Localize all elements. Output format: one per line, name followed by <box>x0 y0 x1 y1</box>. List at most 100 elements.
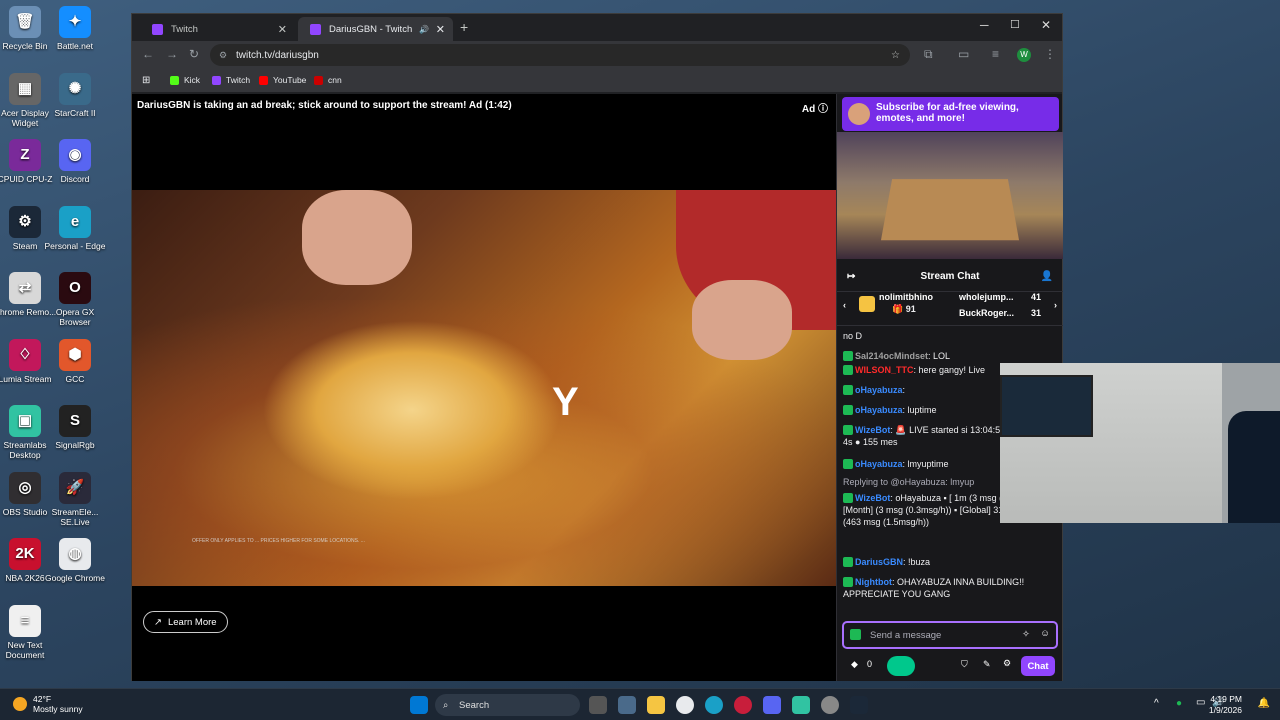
video-player[interactable]: DariusGBN is taking an ad break; stick a… <box>132 94 836 681</box>
close-window-icon[interactable]: ✕ <box>1041 18 1051 32</box>
menu-icon[interactable]: ⋮ <box>1044 47 1056 61</box>
gifter-count: 41 <box>1031 292 1042 302</box>
gifter-name[interactable]: nolimitbhino <box>879 292 933 302</box>
task-view-icon[interactable] <box>589 696 607 714</box>
tab-title: Twitch <box>171 23 198 35</box>
chat-username[interactable]: oHayabuza <box>855 459 903 469</box>
external-link-icon: ↗ <box>154 616 162 628</box>
desktop-icon[interactable]: ✦ Battle.net <box>43 6 107 51</box>
claim-bonus-button[interactable] <box>887 656 915 676</box>
bits-icon[interactable]: ✧ <box>1022 629 1030 640</box>
chat-username[interactable]: Nightbot <box>855 577 892 587</box>
tab-twitch[interactable]: Twitch ✕ <box>140 17 295 41</box>
stream-thumbnail[interactable] <box>837 132 1063 259</box>
start-icon[interactable] <box>410 696 428 714</box>
chat-username[interactable]: Sal214ocMindset <box>855 351 928 361</box>
chat-message[interactable]: Sal214ocMindset: LOL <box>843 350 1053 362</box>
chat-username[interactable]: WizeBot <box>855 425 890 435</box>
chat-input[interactable]: Send a message ✧ ☺ <box>842 621 1058 649</box>
gifter-name[interactable]: wholejump... <box>959 292 1014 302</box>
new-tab-button[interactable]: + <box>460 19 468 35</box>
subscribe-banner[interactable]: Subscribe for ad-free viewing, emotes, a… <box>842 97 1059 131</box>
tab-close-icon[interactable]: ✕ <box>436 23 445 36</box>
desktop-icon[interactable]: O Opera GX Browser <box>43 272 107 327</box>
chat-username[interactable]: oHayabuza <box>855 385 903 395</box>
info-icon: ⓘ <box>818 104 828 115</box>
media-icon[interactable]: ≡ <box>992 47 999 61</box>
apps-icon[interactable]: ⊞ <box>142 75 150 86</box>
badge-icon[interactable] <box>850 629 861 640</box>
maximize-icon[interactable]: ☐ <box>1010 18 1020 31</box>
signalrgb-icon[interactable] <box>821 696 839 714</box>
bookmark-twitch[interactable]: Twitch <box>212 75 250 85</box>
tab-close-icon[interactable]: ✕ <box>278 23 287 36</box>
tray-overflow-icon[interactable]: ^ <box>1154 698 1159 709</box>
network-icon[interactable]: ▭ <box>1196 697 1205 708</box>
youtube-icon <box>259 75 268 85</box>
steam-icon[interactable] <box>850 696 868 714</box>
pencil-icon[interactable]: ✎ <box>983 659 991 670</box>
bookmark-star-icon[interactable]: ☆ <box>891 50 900 61</box>
gift-icon <box>859 296 875 312</box>
back-icon[interactable]: ← <box>142 47 154 61</box>
collapse-chat-icon[interactable]: ↦ <box>847 268 855 286</box>
chat-username[interactable]: WILSON_TTC <box>855 365 914 375</box>
reload-icon[interactable]: ↻ <box>189 47 199 61</box>
users-icon[interactable]: 👤 <box>1041 268 1053 286</box>
chat-message[interactable]: no D <box>843 330 1053 342</box>
minimize-icon[interactable]: ─ <box>980 18 989 32</box>
chat-username[interactable]: WizeBot <box>855 493 890 503</box>
emote-icon[interactable]: ☺ <box>1040 628 1050 639</box>
chat-text: : luptime <box>902 405 937 415</box>
profile-avatar[interactable]: W <box>1017 48 1031 62</box>
clock[interactable]: 4:19 PM 1/9/2026 <box>1209 694 1242 716</box>
next-icon[interactable]: › <box>1054 300 1057 310</box>
forward-icon[interactable]: → <box>166 47 178 61</box>
chat-username[interactable]: oHayabuza <box>855 405 903 415</box>
chrome-icon[interactable] <box>676 696 694 714</box>
chat-message[interactable]: Nightbot: OHAYABUZA INNA BUILDING!! APPR… <box>843 576 1053 600</box>
gifter-name[interactable]: BuckRoger... <box>959 308 1014 318</box>
streamlabs-icon[interactable] <box>792 696 810 714</box>
discord-icon[interactable] <box>763 696 781 714</box>
twitch-page: DariusGBN is taking an ad break; stick a… <box>132 94 1063 681</box>
bookmark-kick[interactable]: Kick <box>170 75 200 85</box>
widgets-icon[interactable] <box>618 696 636 714</box>
desktop-icon[interactable]: S SignalRgb <box>43 405 107 450</box>
notification-icon[interactable]: 🔔 <box>1258 698 1270 709</box>
channel-points-icon[interactable]: ◆ <box>851 659 858 670</box>
opera-gx-icon[interactable] <box>734 696 752 714</box>
cast-icon[interactable]: ▭ <box>958 47 969 61</box>
app-icon: ✦ <box>59 6 91 38</box>
desktop-icon[interactable]: ◍ Google Chrome <box>43 538 107 583</box>
webcam-overlay <box>1000 363 1280 523</box>
learn-more-button[interactable]: ↗ Learn More <box>143 611 228 633</box>
app-icon: Z <box>9 139 41 171</box>
chat-username[interactable]: DariusGBN <box>855 557 903 567</box>
weather-widget[interactable]: 42°F Mostly sunny <box>13 694 83 714</box>
desktop-icon[interactable]: ≡ New Text Document <box>0 604 57 660</box>
file-explorer-icon[interactable] <box>647 696 665 714</box>
taskbar-search[interactable]: ⌕ Search <box>435 694 580 716</box>
desktop-icon[interactable]: 🚀 StreamEle... SE.Live <box>43 471 107 527</box>
bookmark-cnn[interactable]: cnn <box>314 75 342 85</box>
chat-message[interactable]: DariusGBN: !buza <box>843 556 1053 568</box>
desktop-icon[interactable]: ⬢ GCC <box>43 338 107 384</box>
desktop-icon[interactable]: ◉ Discord <box>43 139 107 184</box>
tab-dariusgbn[interactable]: DariusGBN - Twitch 🔊 ✕ <box>298 17 453 41</box>
settings-icon[interactable]: ⚙ <box>1003 658 1011 669</box>
shield-icon[interactable]: ⛉ <box>961 659 968 670</box>
app-icon: ▦ <box>9 72 41 105</box>
edge-icon[interactable] <box>705 696 723 714</box>
mic-icon[interactable]: ● <box>1176 698 1182 709</box>
extensions-icon[interactable]: ⧉ <box>924 47 933 62</box>
audio-icon[interactable]: 🔊 <box>419 25 429 34</box>
site-info-icon[interactable]: ⚙ <box>219 50 227 61</box>
desktop-icon[interactable]: ✺ StarCraft II <box>43 72 107 118</box>
address-bar[interactable]: ⚙ twitch.tv/dariusgbn ☆ <box>210 44 910 66</box>
app-icon: ♢ <box>9 338 41 371</box>
prev-icon[interactable]: ‹ <box>843 300 846 310</box>
chat-send-button[interactable]: Chat <box>1021 656 1055 676</box>
desktop-icon[interactable]: e Personal - Edge <box>43 205 107 251</box>
bookmark-youtube[interactable]: YouTube <box>259 75 306 85</box>
